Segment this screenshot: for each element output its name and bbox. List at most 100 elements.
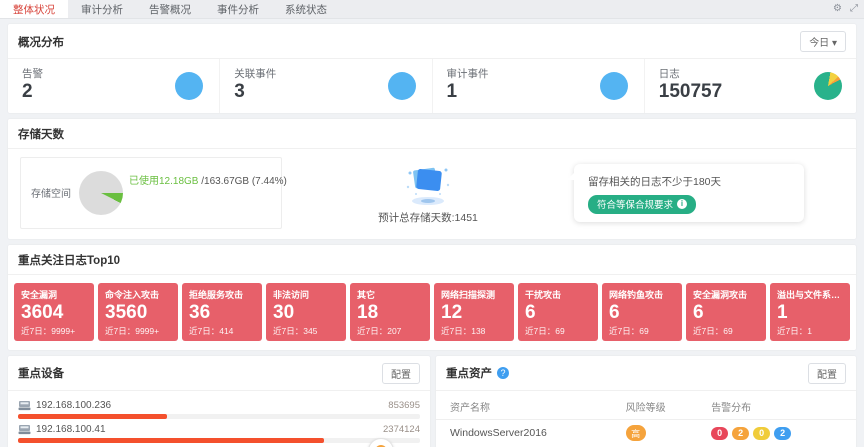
- pie-chart-icon: [814, 72, 842, 100]
- device-row[interactable]: 192.168.100.2072106416: [18, 443, 420, 447]
- stat-card: 日志150757: [645, 59, 856, 113]
- disk-space-label: 存储空间: [31, 185, 71, 200]
- stat-card: 审计事件1: [433, 59, 645, 113]
- log-category-recent: 近7日：69: [693, 325, 759, 337]
- top-logs-section: 重点关注日志Top10 安全漏洞3604近7日：9999+命令注入攻击3560近…: [8, 245, 856, 350]
- log-category-card[interactable]: 网络扫描探测12近7日：138: [434, 283, 514, 341]
- top-tab-bar: 整体状况审计分析告警概况事件分析系统状态 ⚙ ⤢: [0, 0, 864, 19]
- log-category-value: 3560: [105, 301, 171, 325]
- disk-usage-pie: [79, 171, 123, 215]
- folder-icon: [402, 161, 454, 207]
- device-log-count: 2374124: [383, 424, 420, 435]
- storage-title: 存储天数: [18, 126, 64, 142]
- period-select[interactable]: 今日 ▾: [800, 31, 846, 52]
- stat-card: 告警2: [8, 59, 220, 113]
- log-category-card[interactable]: 非法访问30近7日：345: [266, 283, 346, 341]
- devices-config-button[interactable]: 配置: [382, 363, 420, 384]
- log-category-value: 30: [273, 301, 339, 325]
- log-category-card[interactable]: 拒绝服务攻击36近7日：414: [182, 283, 262, 341]
- tab-item[interactable]: 审计分析: [68, 0, 136, 18]
- log-category-value: 12: [441, 301, 507, 325]
- compliance-text: 留存相关的日志不少于180天: [588, 174, 790, 189]
- log-category-recent: 近7日：69: [609, 325, 675, 337]
- log-category-name: 命令注入攻击: [105, 288, 171, 301]
- device-log-count: 853695: [388, 400, 420, 411]
- log-category-name: 溢出与文件系…: [777, 288, 843, 301]
- info-icon: i: [677, 199, 687, 209]
- log-category-name: 安全漏洞攻击: [693, 288, 759, 301]
- device-ip: 192.168.100.236: [36, 400, 111, 411]
- log-category-value: 6: [609, 301, 675, 325]
- gear-icon[interactable]: ⚙: [833, 4, 842, 14]
- assets-column-header: 资产名称: [436, 393, 618, 420]
- log-category-recent: 近7日：9999+: [21, 325, 87, 337]
- key-devices-title: 重点设备: [18, 365, 64, 381]
- assets-config-button[interactable]: 配置: [808, 363, 846, 384]
- blue-circle-icon: [175, 72, 203, 100]
- log-category-card[interactable]: 安全漏洞攻击6近7日：69: [686, 283, 766, 341]
- tab-item[interactable]: 告警概况: [136, 0, 204, 18]
- log-category-value: 6: [693, 301, 759, 325]
- log-category-name: 网络钓鱼攻击: [609, 288, 675, 301]
- log-category-recent: 近7日：207: [357, 325, 423, 337]
- log-category-recent: 近7日：345: [273, 325, 339, 337]
- device-icon: [18, 424, 31, 435]
- compliance-badge[interactable]: 符合等保合规要求 i: [588, 195, 696, 214]
- assets-column-header: 告警分布: [703, 393, 856, 420]
- asset-name: WindowsServer2016: [436, 419, 618, 447]
- assets-table: 资产名称风险等级告警分布 WindowsServer2016高0202UAC高0…: [436, 393, 856, 447]
- log-category-card[interactable]: 溢出与文件系…1近7日：1: [770, 283, 850, 341]
- device-row[interactable]: 192.168.100.236 853695: [18, 395, 420, 419]
- device-icon: [18, 400, 31, 411]
- log-category-card[interactable]: 命令注入攻击3560近7日：9999+: [98, 283, 178, 341]
- log-category-name: 非法访问: [273, 288, 339, 301]
- log-category-card[interactable]: 网络钓鱼攻击6近7日：69: [602, 283, 682, 341]
- blue-circle-icon: [388, 72, 416, 100]
- key-assets-title: 重点资产: [446, 365, 492, 381]
- fullscreen-icon[interactable]: ⤢: [850, 4, 858, 14]
- log-category-recent: 近7日：1: [777, 325, 843, 337]
- log-category-recent: 近7日：9999+: [105, 325, 171, 337]
- overview-section: 概况分布 今日 ▾ 告警2关联事件3审计事件1日志150757: [8, 24, 856, 113]
- tab-item[interactable]: 系统状态: [272, 0, 340, 18]
- log-category-card[interactable]: 其它18近7日：207: [350, 283, 430, 341]
- device-row[interactable]: 192.168.100.41 2374124: [18, 419, 420, 443]
- key-assets-section: 重点资产 ? 配置 资产名称风险等级告警分布 WindowsServer2016…: [436, 356, 856, 447]
- log-category-value: 3604: [21, 301, 87, 325]
- blue-circle-icon: [600, 72, 628, 100]
- assets-column-header: 风险等级: [618, 393, 704, 420]
- log-category-name: 安全漏洞: [21, 288, 87, 301]
- alert-count-badge: 2: [732, 427, 749, 440]
- log-category-name: 拒绝服务攻击: [189, 288, 255, 301]
- storage-days-caption: 预计总存储天数:1451: [378, 210, 478, 225]
- device-ip: 192.168.100.41: [36, 424, 106, 435]
- log-category-card[interactable]: 干扰攻击6近7日：69: [518, 283, 598, 341]
- log-category-name: 其它: [357, 288, 423, 301]
- log-category-value: 6: [525, 301, 591, 325]
- tab-item[interactable]: 事件分析: [204, 0, 272, 18]
- alert-count-badge: 0: [711, 427, 728, 440]
- alert-count-badge: 0: [753, 427, 770, 440]
- log-category-name: 干扰攻击: [525, 288, 591, 301]
- help-icon[interactable]: ?: [497, 367, 509, 379]
- log-category-value: 36: [189, 301, 255, 325]
- tab-active[interactable]: 整体状况: [0, 0, 68, 18]
- stat-card: 关联事件3: [220, 59, 432, 113]
- storage-section: 存储天数 存储空间 已使用12.18GB /163.67GB (7.44%): [8, 119, 856, 239]
- log-category-name: 网络扫描探测: [441, 288, 507, 301]
- risk-level-badge: 高: [626, 425, 646, 441]
- log-category-card[interactable]: 安全漏洞3604近7日：9999+: [14, 283, 94, 341]
- chevron-down-icon: ▾: [832, 38, 837, 49]
- compliance-note: 留存相关的日志不少于180天 符合等保合规要求 i: [574, 164, 804, 222]
- log-category-recent: 近7日：138: [441, 325, 507, 337]
- disk-usage-text: 已使用12.18GB /163.67GB (7.44%): [129, 172, 287, 187]
- log-category-recent: 近7日：414: [189, 325, 255, 337]
- top-logs-title: 重点关注日志Top10: [18, 252, 120, 268]
- log-category-recent: 近7日：69: [525, 325, 591, 337]
- log-category-value: 1: [777, 301, 843, 325]
- alert-count-badge: 2: [774, 427, 791, 440]
- log-category-value: 18: [357, 301, 423, 325]
- overview-title: 概况分布: [18, 34, 64, 50]
- asset-row[interactable]: WindowsServer2016高0202: [436, 419, 856, 447]
- disk-usage-panel: 存储空间 已使用12.18GB /163.67GB (7.44%): [20, 157, 282, 229]
